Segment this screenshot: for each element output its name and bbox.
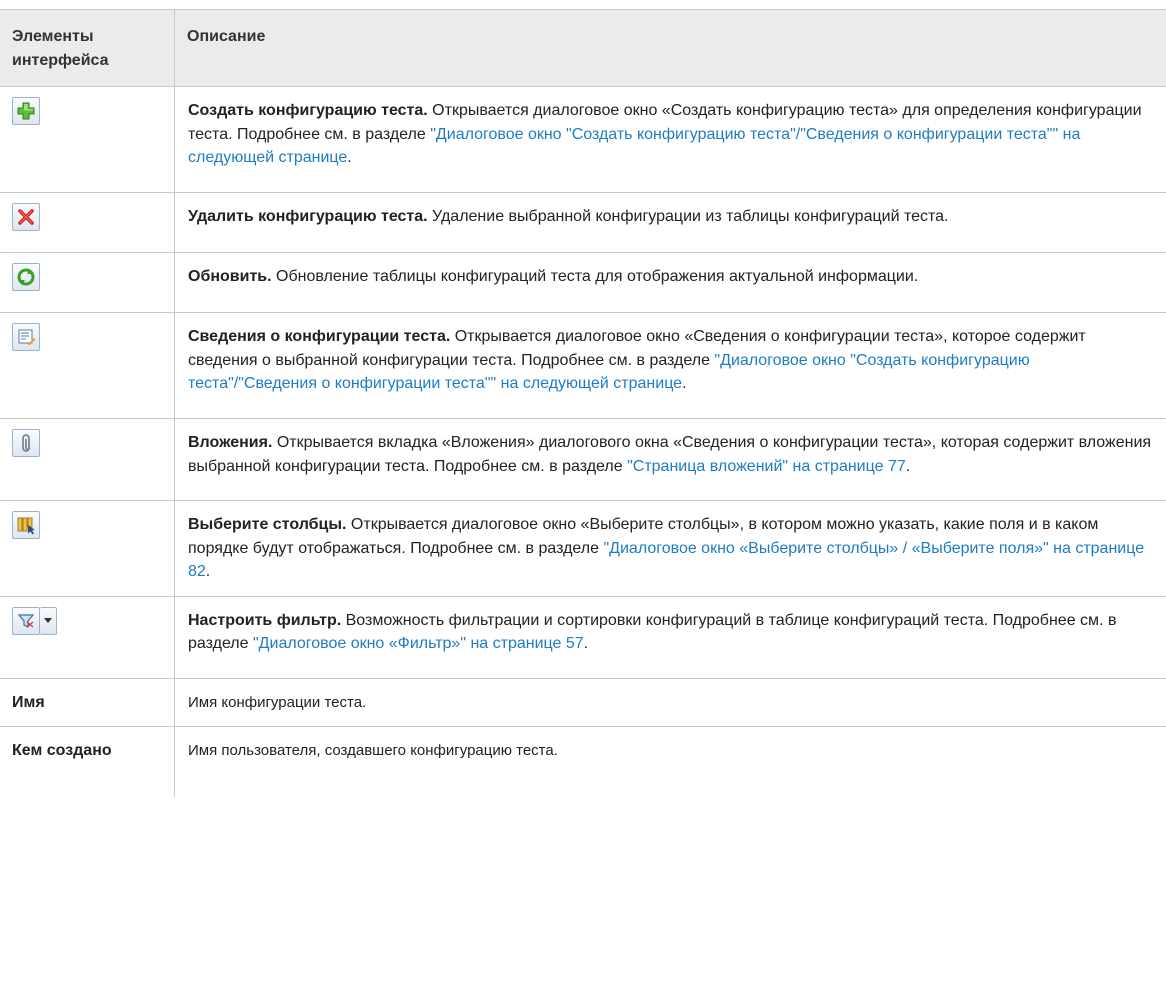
add-config-icon[interactable] [12,97,40,125]
refresh-icon[interactable] [12,263,40,291]
filter-button-group[interactable] [12,606,57,635]
description-cell: Удалить конфигурацию теста. Удаление выб… [174,192,1166,253]
icon-cell [0,252,175,313]
table-row: Удалить конфигурацию теста. Удаление выб… [0,192,1166,253]
delete-config-icon[interactable] [12,203,40,231]
field-desc-name: Имя конфигурации теста. [174,678,1166,727]
row-after: . [205,563,211,580]
description-cell: Создать конфигурацию теста. Открывается … [174,86,1166,193]
row-title: Создать конфигурацию теста. [188,102,428,119]
header-ui-elements: Элементы интерфейса [0,9,175,87]
field-term-name: Имя [0,678,175,727]
icon-cell [0,596,175,679]
row-title: Выберите столбцы. [188,516,347,533]
row-text: Удаление выбранной конфигурации из табли… [427,208,949,225]
table-row: Сведения о конфигурации теста. Открывает… [0,312,1166,419]
chevron-down-icon[interactable] [40,606,57,635]
header-description: Описание [174,9,1166,87]
row-title: Настроить фильтр. [188,611,342,629]
row-link[interactable]: "Страница вложений" на странице 77 [627,458,906,475]
row-after: . [682,375,687,392]
row-link[interactable]: "Диалоговое окно «Фильтр»" на странице 5… [253,635,584,652]
icon-cell [0,500,175,597]
icon-cell [0,86,175,193]
icon-cell [0,418,175,501]
table-header-row: Элементы интерфейса Описание [0,9,1166,87]
row-after: . [905,457,911,475]
table-row: Выберите столбцы. Открывается диалоговое… [0,500,1166,597]
row-text: Обновление таблицы конфигураций теста дл… [271,268,919,285]
table-row: Имя Имя конфигурации теста. [0,678,1166,727]
table-row: Создать конфигурацию теста. Открывается … [0,86,1166,193]
attachment-icon[interactable] [12,429,40,457]
table-row: Кем создано Имя пользователя, создавшего… [0,726,1166,797]
row-title: Обновить. [188,268,272,285]
filter-icon[interactable] [12,606,40,635]
row-after: . [583,635,589,652]
field-desc-created-by: Имя пользователя, создавшего конфигураци… [188,742,558,759]
description-cell: Выберите столбцы. Открывается диалоговое… [174,500,1166,597]
icon-cell [0,312,175,419]
table-row: Обновить. Обновление таблицы конфигураци… [0,252,1166,313]
table-row: Настроить фильтр. Возможность фильтрации… [0,596,1166,679]
table-row: Вложения. Открывается вкладка «Вложения»… [0,418,1166,501]
description-cell: Настроить фильтр. Возможность фильтрации… [174,596,1166,679]
field-term-created-by: Кем создано [0,726,175,797]
ui-elements-table: Элементы интерфейса Описание Создать кон… [0,9,1166,797]
description-cell: Сведения о конфигурации теста. Открывает… [174,312,1166,419]
row-after: . [347,149,352,166]
config-details-icon[interactable] [12,323,40,351]
row-title: Вложения. [188,434,273,451]
row-title: Сведения о конфигурации теста. [188,328,451,345]
row-title: Удалить конфигурацию теста. [188,208,428,225]
select-columns-icon[interactable] [12,511,40,539]
description-cell: Обновить. Обновление таблицы конфигураци… [174,252,1166,313]
description-cell: Вложения. Открывается вкладка «Вложения»… [174,418,1166,501]
icon-cell [0,192,175,253]
